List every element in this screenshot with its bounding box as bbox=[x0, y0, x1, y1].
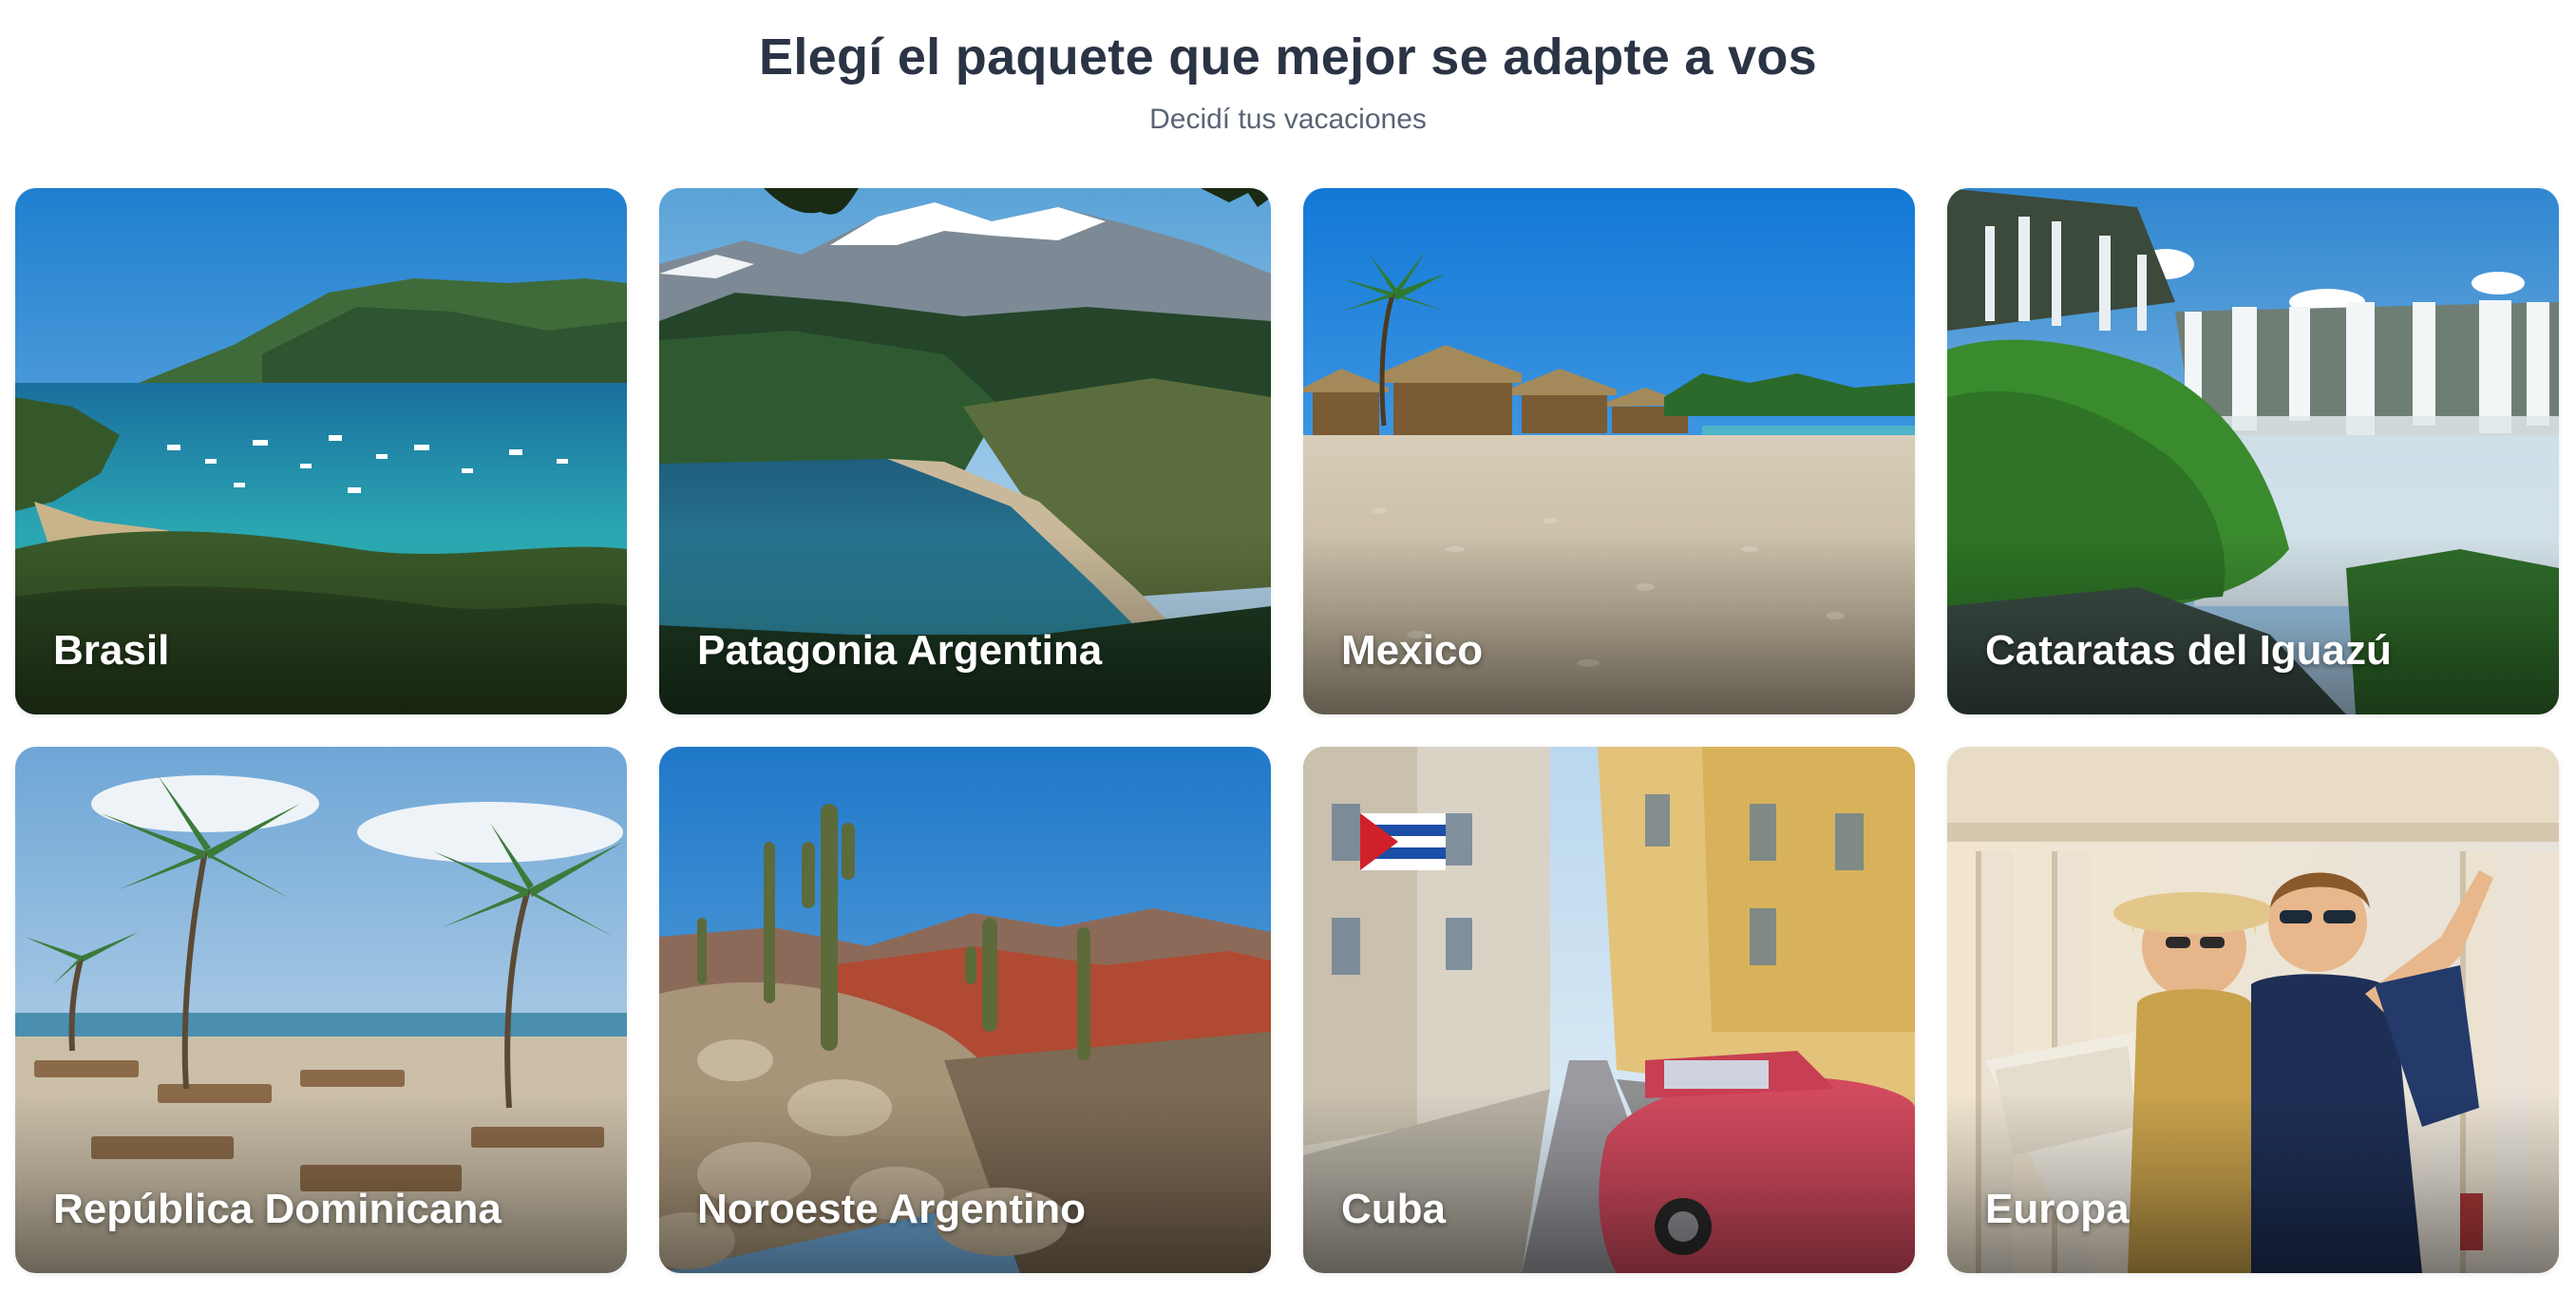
package-card-brasil[interactable]: Brasil bbox=[15, 188, 627, 714]
package-card-republica-dominicana[interactable]: República Dominicana bbox=[15, 747, 627, 1273]
package-label: Cuba bbox=[1341, 1186, 1446, 1232]
card-overlay bbox=[659, 1093, 1271, 1273]
card-overlay bbox=[659, 534, 1271, 714]
package-label: República Dominicana bbox=[53, 1186, 502, 1232]
card-overlay bbox=[1947, 534, 2559, 714]
package-label: Brasil bbox=[53, 627, 170, 674]
package-card-mexico[interactable]: Mexico bbox=[1303, 188, 1915, 714]
page-title: Elegí el paquete que mejor se adapte a v… bbox=[759, 29, 1817, 86]
package-grid: Brasil Patagonia Argentina Mexico Catara… bbox=[15, 188, 2561, 1273]
page-subtitle: Decidí tus vacaciones bbox=[1149, 104, 1427, 135]
card-overlay bbox=[1303, 534, 1915, 714]
package-card-europa[interactable]: Europa bbox=[1947, 747, 2559, 1273]
package-card-cuba[interactable]: Cuba bbox=[1303, 747, 1915, 1273]
card-overlay bbox=[1303, 1093, 1915, 1273]
package-label: Europa bbox=[1985, 1186, 2130, 1232]
package-label: Noroeste Argentino bbox=[697, 1186, 1087, 1232]
card-overlay bbox=[15, 1093, 627, 1273]
package-card-cataratas-del-iguazu[interactable]: Cataratas del Iguazú bbox=[1947, 188, 2559, 714]
package-label: Cataratas del Iguazú bbox=[1985, 627, 2392, 674]
package-card-noroeste-argentino[interactable]: Noroeste Argentino bbox=[659, 747, 1271, 1273]
card-overlay bbox=[1947, 1093, 2559, 1273]
card-overlay bbox=[15, 534, 627, 714]
package-label: Patagonia Argentina bbox=[697, 627, 1103, 674]
package-label: Mexico bbox=[1341, 627, 1484, 674]
package-card-patagonia-argentina[interactable]: Patagonia Argentina bbox=[659, 188, 1271, 714]
